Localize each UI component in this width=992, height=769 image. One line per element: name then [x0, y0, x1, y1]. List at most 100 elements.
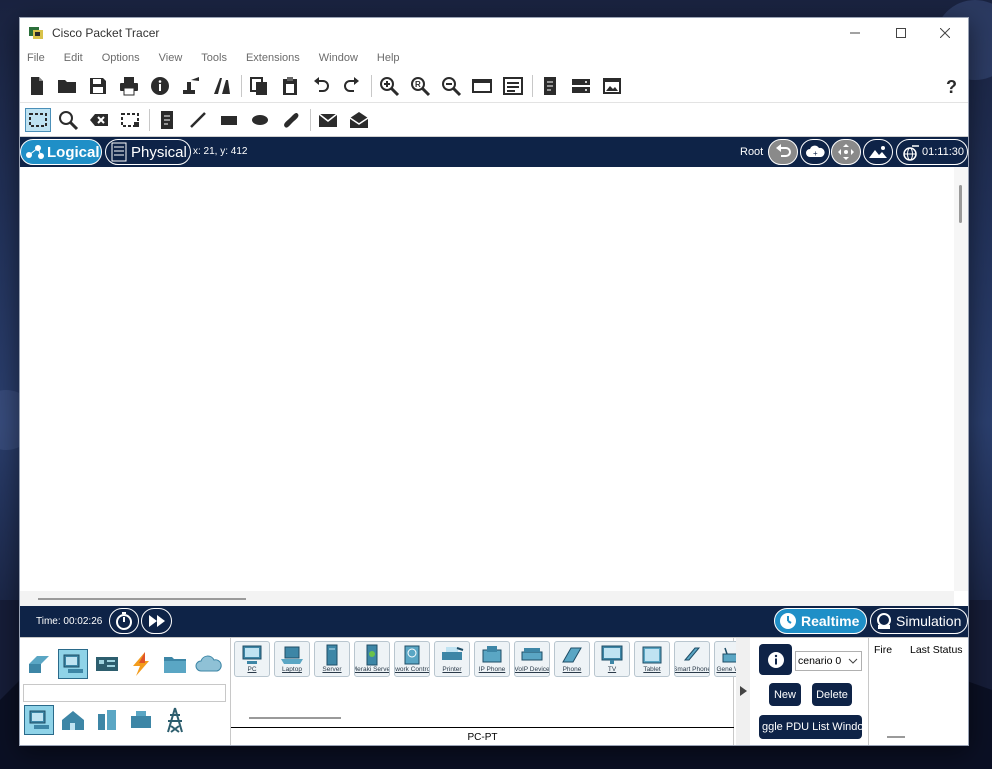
rectangle-tool-button[interactable]	[217, 108, 241, 132]
simulation-mode-tab[interactable]: Simulation	[870, 608, 968, 634]
freeform-tool-button[interactable]	[279, 108, 303, 132]
add-simple-pdu-button[interactable]	[316, 108, 340, 132]
back-button[interactable]	[768, 139, 798, 165]
new-file-button[interactable]	[25, 74, 49, 98]
device-label: Smart Phone	[674, 666, 710, 673]
device-phone[interactable]: Phone	[554, 641, 590, 677]
scenario-info-button[interactable]	[759, 644, 792, 675]
workspace-vertical-scrollbar[interactable]	[954, 167, 968, 591]
end-devices-category[interactable]	[58, 649, 88, 679]
device-label: IP Phone	[478, 666, 506, 673]
pc-subcategory-icon	[29, 710, 49, 729]
device-voip-device[interactable]: VoIP Device	[514, 641, 550, 677]
ellipse-tool-button[interactable]	[248, 108, 272, 132]
close-button[interactable]	[922, 18, 968, 47]
new-scenario-button[interactable]: New	[769, 683, 801, 706]
power-grid-subcategory[interactable]	[160, 705, 190, 735]
network-devices-category[interactable]	[24, 649, 54, 679]
help-button[interactable]: ?	[940, 74, 964, 98]
globe-clock-icon	[903, 145, 919, 161]
device-tablet[interactable]: Tablet	[634, 641, 670, 677]
power-cycle-devices-button[interactable]	[109, 608, 139, 634]
open-button[interactable]	[55, 74, 79, 98]
line-tool-button[interactable]	[186, 108, 210, 132]
components-category[interactable]	[92, 649, 122, 679]
menu-help[interactable]: Help	[377, 52, 400, 64]
horizontal-scroll-thumb[interactable]	[38, 598, 246, 600]
undo-button[interactable]	[309, 74, 333, 98]
device-label: PC	[247, 666, 257, 673]
logical-tab[interactable]: Logical	[20, 139, 102, 165]
activity-wizard-button[interactable]	[179, 74, 203, 98]
add-complex-pdu-button[interactable]	[347, 108, 371, 132]
workspace-horizontal-scrollbar[interactable]	[20, 591, 954, 606]
device-ip-phone[interactable]: IP Phone	[474, 641, 510, 677]
note-tool-button[interactable]	[155, 108, 179, 132]
new-cluster-button[interactable]: +	[800, 139, 830, 165]
multiuser-connection-category[interactable]	[194, 649, 224, 679]
save-button[interactable]	[86, 74, 110, 98]
info-button[interactable]	[148, 74, 172, 98]
set-background-button[interactable]	[863, 139, 893, 165]
end-devices-subcategory[interactable]	[24, 705, 54, 735]
select-tool-button[interactable]	[25, 108, 51, 132]
note-button[interactable]	[538, 74, 562, 98]
device-smart-phone[interactable]: Smart Phone	[674, 641, 710, 677]
custom-devices-dialog-button[interactable]	[501, 74, 525, 98]
inspect-tool-button[interactable]	[56, 108, 80, 132]
print-button[interactable]	[117, 74, 141, 98]
menu-view[interactable]: View	[159, 52, 183, 64]
maximize-button[interactable]	[878, 18, 924, 47]
zoom-reset-button[interactable]: R	[408, 74, 432, 98]
zoom-out-button[interactable]	[439, 74, 463, 98]
menu-extensions[interactable]: Extensions	[246, 52, 300, 64]
device-laptop[interactable]: Laptop	[274, 641, 310, 677]
zoom-reset-icon: R	[411, 77, 431, 97]
fast-forward-button[interactable]	[141, 608, 172, 634]
paste-button[interactable]	[278, 74, 302, 98]
device-network-controller[interactable]: Network Controller	[394, 641, 430, 677]
root-label: Root	[740, 146, 764, 158]
industrial-subcategory[interactable]	[126, 705, 156, 735]
device-server[interactable]: Server	[314, 641, 350, 677]
resize-shape-tool-button[interactable]	[118, 108, 142, 132]
home-subcategory[interactable]	[58, 705, 88, 735]
redo-button[interactable]	[340, 74, 364, 98]
device-list-scroll-thumb[interactable]	[249, 717, 341, 719]
viewport-clock-button[interactable]: 01:11:30	[896, 139, 968, 165]
delete-tool-button[interactable]	[87, 108, 111, 132]
menu-file[interactable]: File	[27, 52, 45, 64]
drawing-palette-button[interactable]	[470, 74, 494, 98]
menu-edit[interactable]: Edit	[64, 52, 83, 64]
toggle-pdu-list-button[interactable]: ggle PDU List Windo	[759, 715, 862, 739]
components-icon	[96, 657, 118, 671]
move-object-button[interactable]	[831, 139, 861, 165]
cursor-coordinates: x: 21, y: 412	[193, 146, 248, 157]
device-printer[interactable]: Printer	[434, 641, 470, 677]
custom-device-button[interactable]	[210, 74, 234, 98]
physical-tab[interactable]: Physical	[105, 139, 191, 165]
clock-icon	[780, 613, 796, 629]
device-pc[interactable]: PC	[234, 641, 270, 677]
device-tv[interactable]: TV	[594, 641, 630, 677]
pdu-table-scroll-thumb[interactable]	[887, 736, 905, 738]
menu-options[interactable]: Options	[102, 52, 140, 64]
logical-workspace-canvas[interactable]	[20, 167, 954, 591]
image-button[interactable]	[600, 74, 624, 98]
minimize-button[interactable]	[832, 18, 878, 47]
smart-city-subcategory[interactable]	[92, 705, 122, 735]
miscellaneous-category[interactable]	[160, 649, 190, 679]
device-template-button[interactable]	[569, 74, 593, 98]
menu-window[interactable]: Window	[319, 52, 358, 64]
scenario-select[interactable]: cenario 0	[795, 651, 862, 671]
copy-button[interactable]	[247, 74, 271, 98]
collapse-panel-bar[interactable]	[736, 638, 750, 745]
toolbar-separator	[532, 75, 533, 97]
connections-category[interactable]	[126, 649, 156, 679]
menu-tools[interactable]: Tools	[201, 52, 227, 64]
realtime-mode-tab[interactable]: Realtime	[774, 608, 867, 634]
zoom-in-button[interactable]	[377, 74, 401, 98]
delete-scenario-button[interactable]: Delete	[812, 683, 852, 706]
device-meraki-server[interactable]: Meraki Server	[354, 641, 390, 677]
vertical-scroll-thumb[interactable]	[959, 185, 962, 223]
